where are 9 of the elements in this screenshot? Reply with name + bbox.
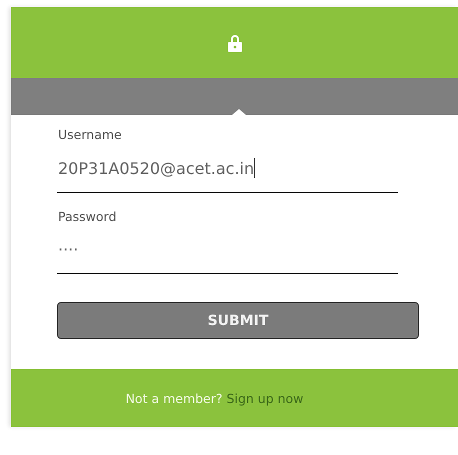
pointer-notch xyxy=(232,109,246,115)
field-label: Password xyxy=(58,209,118,224)
input-field[interactable]: ···· xyxy=(57,236,398,274)
lock-icon xyxy=(228,34,242,52)
input-field[interactable]: 20P31A0520@acet.ac.in xyxy=(57,154,398,193)
footer-text: Not a member? xyxy=(126,390,223,406)
signup-link[interactable]: Sign up now xyxy=(226,390,304,406)
field-label: Username xyxy=(58,127,123,142)
submit-button[interactable]: SUBMIT xyxy=(57,302,419,339)
